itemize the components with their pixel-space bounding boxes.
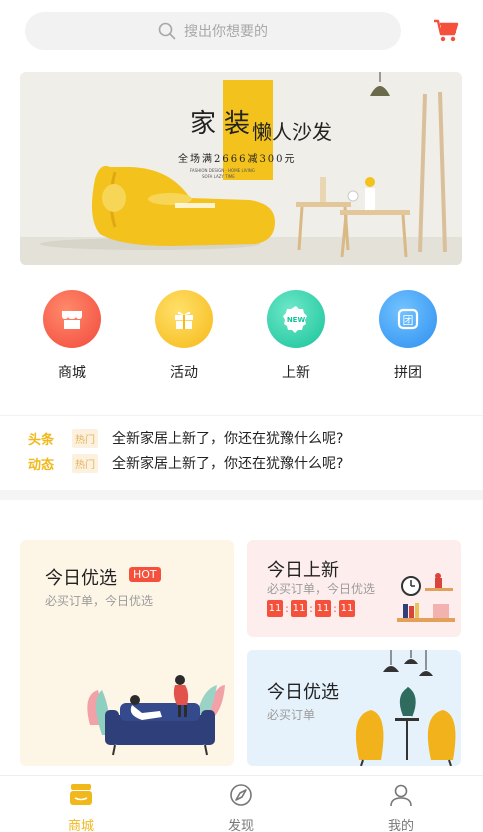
- category-store[interactable]: 商城: [32, 290, 112, 382]
- countdown-digit: 11: [315, 600, 331, 617]
- tab-profile[interactable]: 我的: [361, 776, 441, 832]
- news-ticker: 头条 热门 全新家居上新了，你还在犹豫什么呢? 动态 热门 全新家居上新了，你还…: [0, 415, 483, 485]
- card-title: 今日优选: [45, 568, 117, 589]
- hot-badge: HOT: [129, 567, 161, 582]
- daily-pick-card[interactable]: 今日优选 HOT 必买订单，今日优选: [20, 540, 234, 766]
- tab-discover[interactable]: 发现: [201, 776, 281, 832]
- shelf-illustration: [397, 573, 455, 622]
- svg-text:NEW: NEW: [287, 316, 306, 324]
- news-item[interactable]: 头条 热门 全新家居上新了，你还在犹豫什么呢?: [28, 428, 343, 448]
- category-new-label: 上新: [282, 365, 310, 381]
- banner-fine-print-1: FASHION DESIGN · HOME LIVING: [190, 168, 255, 173]
- banner-title-left: 家: [190, 109, 216, 139]
- promo-banner[interactable]: 家 装 懒人沙发 全场满2666减300元 FASHION DESIGN · H…: [20, 72, 462, 265]
- category-nav: 商城 活动 NEW 上新 团 拼团: [0, 290, 483, 390]
- new-badge-icon: NEW: [267, 290, 325, 348]
- card-title: 今日上新: [267, 560, 339, 581]
- category-event[interactable]: 活动: [144, 290, 224, 382]
- search-placeholder: 搜出你想要的: [184, 24, 268, 40]
- sofa-illustration: [87, 675, 225, 756]
- banner-title-box: 装: [224, 109, 250, 139]
- category-new[interactable]: NEW 上新: [256, 290, 336, 382]
- tab-label: 商城: [67, 819, 94, 832]
- hot-badge: 热门: [72, 453, 98, 473]
- news-tag: 头条: [28, 432, 55, 448]
- search-icon: [158, 22, 176, 40]
- bottom-tab-bar: 商城 发现 我的: [0, 775, 483, 832]
- tab-store[interactable]: 商城: [41, 776, 121, 832]
- banner-title-right: 懒人沙发: [252, 120, 332, 144]
- banner-fine-print-2: SOFA LAZY TIME: [202, 174, 235, 179]
- countdown-timer: 11 : 11 : 11 : 11: [267, 600, 355, 617]
- new-arrivals-card[interactable]: 今日上新 必买订单，今日优选 11 : 11 : 11 : 11: [247, 540, 461, 637]
- countdown-digit: 11: [291, 600, 307, 617]
- chair-illustration: [355, 650, 456, 766]
- countdown-digit: 11: [339, 600, 355, 617]
- tab-label: 我的: [387, 819, 414, 832]
- news-tag: 动态: [28, 457, 55, 473]
- group-buy-icon: 团: [379, 290, 437, 348]
- category-event-label: 活动: [170, 365, 198, 381]
- category-group-buy[interactable]: 团 拼团: [368, 290, 448, 382]
- card-subtitle: 必买订单，今日优选: [45, 594, 154, 608]
- card-title: 今日优选: [267, 682, 339, 703]
- section-divider: [0, 490, 483, 500]
- cart-icon[interactable]: [432, 17, 460, 45]
- tab-label: 发现: [227, 819, 254, 832]
- gift-icon: [155, 290, 213, 348]
- card-subtitle: 必买订单，今日优选: [267, 582, 376, 596]
- category-group-buy-label: 拼团: [394, 365, 422, 381]
- search-bar[interactable]: 搜出你想要的: [25, 12, 401, 50]
- news-text: 全新家居上新了，你还在犹豫什么呢?: [112, 456, 344, 472]
- store-tab-icon: [70, 784, 92, 805]
- countdown-digit: 11: [267, 600, 283, 617]
- header: 搜出你想要的: [0, 0, 483, 62]
- banner-illustration: 家 装 懒人沙发 全场满2666减300元 FASHION DESIGN · H…: [20, 72, 462, 265]
- news-item[interactable]: 动态 热门 全新家居上新了，你还在犹豫什么呢?: [28, 453, 343, 473]
- hot-badge: 热门: [72, 428, 98, 448]
- store-icon: [43, 290, 101, 348]
- svg-text:团: 团: [403, 314, 414, 327]
- daily-pick-card-2[interactable]: 今日优选 必买订单: [247, 650, 461, 766]
- banner-promo-text: 全场满2666减300元: [178, 152, 297, 165]
- profile-icon: [390, 784, 412, 807]
- discover-icon: [230, 784, 252, 806]
- category-store-label: 商城: [58, 365, 86, 381]
- news-text: 全新家居上新了，你还在犹豫什么呢?: [112, 431, 344, 447]
- card-subtitle: 必买订单: [267, 708, 316, 722]
